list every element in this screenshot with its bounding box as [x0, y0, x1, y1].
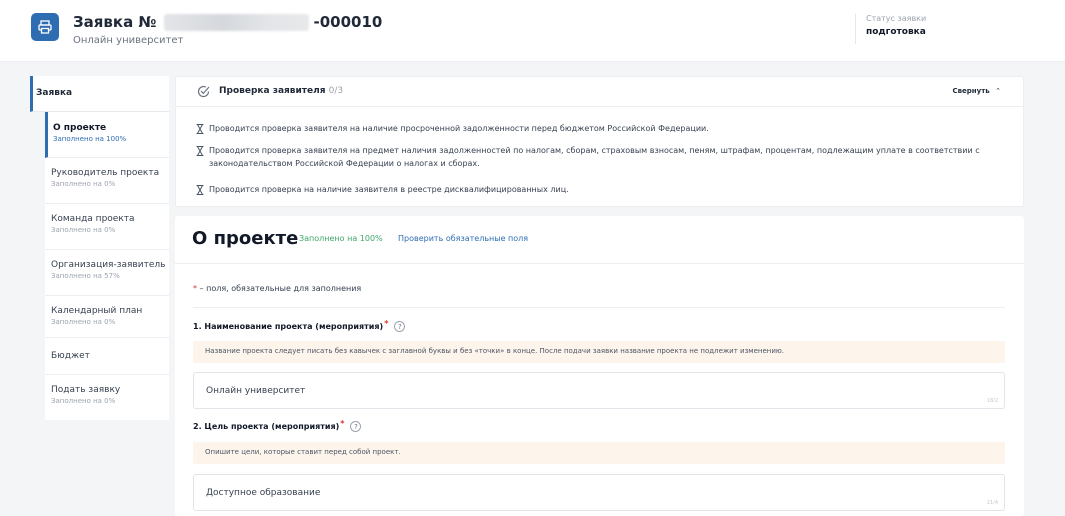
- input-value: Онлайн университет: [206, 386, 306, 396]
- sidebar-item-organization[interactable]: Организация-заявитель Заполнено на 57%: [45, 250, 169, 296]
- field-hint: Опишите цели, которые ставит перед собой…: [193, 442, 1005, 464]
- field-label-text: 2. Цель проекта (мероприятия): [193, 422, 340, 431]
- chevron-up-icon: ⌃: [995, 87, 1001, 95]
- char-counter: 18/2: [986, 398, 998, 404]
- sidebar-item-team[interactable]: Команда проекта Заполнено на 0%: [45, 204, 169, 250]
- sidebar-item-label: О проекте: [53, 123, 107, 133]
- project-subtitle: Онлайн университет: [73, 35, 184, 46]
- redacted-number: [164, 13, 310, 31]
- field-hint: Название проекта следует писать без кавы…: [193, 341, 1005, 363]
- collapse-button[interactable]: Свернуть ⌃: [952, 87, 1001, 95]
- check-item: Проводится проверка заявителя на предмет…: [196, 144, 996, 170]
- check-panel-count: 0/3: [328, 86, 344, 96]
- hourglass-icon: [196, 185, 209, 199]
- collapse-label: Свернуть: [952, 87, 990, 95]
- sidebar-item-about[interactable]: О проекте Заполнено на 100%: [45, 112, 169, 158]
- check-required-fields-link[interactable]: Проверить обязательные поля: [398, 234, 528, 243]
- project-goal-input[interactable]: Доступное образование 21/4: [193, 474, 1005, 511]
- hourglass-icon: [196, 124, 209, 138]
- sidebar-item-progress: Заполнено на 100%: [53, 135, 127, 143]
- filled-badge: Заполнено на 100%: [299, 234, 383, 243]
- status-label: Статус заявки: [866, 14, 927, 23]
- required-star: *: [340, 419, 345, 428]
- check-item-text: Проводится проверка на наличие заявителя…: [209, 185, 569, 194]
- printer-icon[interactable]: [31, 13, 59, 41]
- sidebar-item-label: Календарный план: [51, 306, 143, 316]
- char-counter: 21/4: [986, 500, 998, 506]
- check-item: Проводится проверка на наличие заявителя…: [196, 183, 996, 199]
- required-note: * – поля, обязательные для заполнения: [193, 284, 361, 293]
- field-label-text: 1. Наименование проекта (мероприятия): [193, 322, 384, 331]
- divider: [193, 307, 1005, 308]
- sidebar-item-progress: Заполнено на 0%: [51, 180, 116, 188]
- sidebar-section-title[interactable]: Заявка: [30, 76, 169, 112]
- input-value: Доступное образование: [206, 488, 321, 498]
- field-label-project-goal: 2. Цель проекта (мероприятия) * ?: [193, 419, 362, 432]
- status-block: Статус заявки подготовка: [855, 14, 926, 44]
- status-value: подготовка: [866, 27, 926, 37]
- application-title: Заявка №: [73, 13, 157, 31]
- sidebar-item-label: Организация-заявитель: [51, 260, 166, 270]
- page-title-row: Заявка № -000010: [73, 13, 382, 31]
- sidebar-item-label: Команда проекта: [51, 214, 135, 224]
- field-label-project-name: 1. Наименование проекта (мероприятия) * ?: [193, 319, 406, 332]
- sidebar-item-budget[interactable]: Бюджет: [45, 338, 169, 375]
- sidebar-item-calendar[interactable]: Календарный план Заполнено на 0%: [45, 296, 169, 338]
- sidebar-item-progress: Заполнено на 0%: [51, 226, 116, 234]
- sidebar-item-leader[interactable]: Руководитель проекта Заполнено на 0%: [45, 158, 169, 204]
- sidebar-item-progress: Заполнено на 57%: [51, 272, 120, 280]
- check-item: Проводится проверка заявителя на наличие…: [196, 122, 996, 138]
- sidebar-item-label: Подать заявку: [51, 385, 121, 395]
- sidebar-item-label: Бюджет: [51, 351, 90, 361]
- check-panel-title-text: Проверка заявителя: [219, 86, 326, 96]
- check-item-text: Проводится проверка заявителя на наличие…: [209, 124, 709, 133]
- application-number: -000010: [313, 13, 383, 31]
- project-form: [175, 216, 1024, 516]
- applicant-check-panel: Проверка заявителя 0/3 Свернуть ⌃ Провод…: [175, 76, 1024, 207]
- section-title: О проекте: [192, 228, 299, 249]
- hourglass-icon: [196, 146, 209, 170]
- required-star: *: [384, 319, 389, 328]
- sidebar-item-progress: Заполнено на 0%: [51, 318, 116, 326]
- project-name-input[interactable]: Онлайн университет 18/2: [193, 372, 1005, 409]
- check-panel-title: Проверка заявителя 0/3: [219, 86, 343, 96]
- divider: [175, 263, 1024, 264]
- app-header: Заявка № -000010 Онлайн университет Стат…: [0, 0, 1065, 62]
- check-panel-header: Проверка заявителя 0/3 Свернуть ⌃: [176, 77, 1023, 107]
- help-icon[interactable]: ?: [350, 421, 362, 432]
- help-icon[interactable]: ?: [394, 321, 406, 332]
- sidebar-item-progress: Заполнено на 0%: [51, 397, 116, 405]
- required-note-text: – поля, обязательные для заполнения: [197, 284, 362, 293]
- sidebar-item-label: Руководитель проекта: [51, 168, 160, 178]
- check-circle-icon: [196, 84, 211, 103]
- check-item-text: Проводится проверка заявителя на предмет…: [209, 146, 980, 168]
- sidebar-item-submit[interactable]: Подать заявку Заполнено на 0%: [45, 375, 169, 420]
